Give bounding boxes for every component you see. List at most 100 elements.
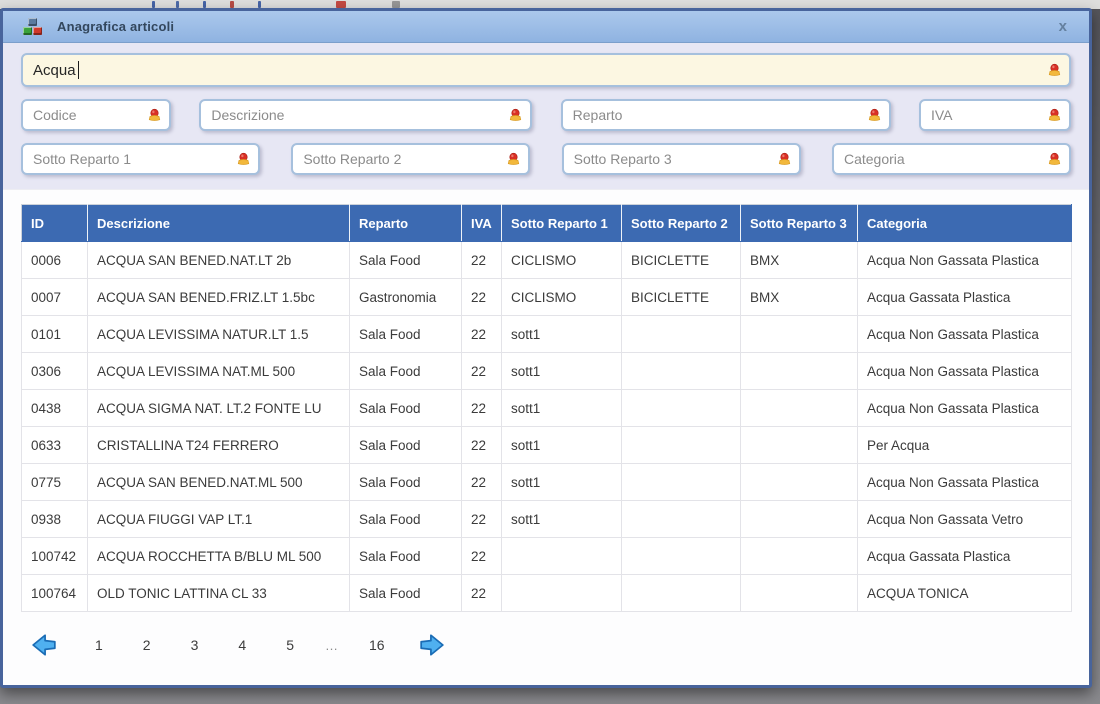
table-cell: sott1: [502, 353, 622, 390]
table-cell: Acqua Gassata Plastica: [858, 279, 1072, 316]
table-cell: 22: [462, 242, 502, 279]
table-cell: Sala Food: [350, 464, 462, 501]
table-cell: [622, 538, 741, 575]
page-number[interactable]: 2: [134, 632, 160, 658]
table-cell: [502, 538, 622, 575]
previous-page-icon[interactable]: [31, 633, 57, 657]
table-cell: ACQUA LEVISSIMA NAT.ML 500: [88, 353, 350, 390]
table-cell: sott1: [502, 427, 622, 464]
table-cell: Acqua Gassata Plastica: [858, 538, 1072, 575]
table-cell: [622, 501, 741, 538]
articles-cubes-icon: [23, 18, 43, 35]
clear-field-icon[interactable]: [506, 152, 521, 167]
table-row[interactable]: 0101ACQUA LEVISSIMA NATUR.LT 1.5Sala Foo…: [22, 316, 1072, 353]
page-ellipsis: …: [316, 633, 347, 658]
table-row[interactable]: 100742ACQUA ROCCHETTA B/BLU ML 500Sala F…: [22, 538, 1072, 575]
modal-body: IDDescrizioneRepartoIVASotto Reparto 1So…: [3, 43, 1089, 685]
table-cell: [741, 390, 858, 427]
table-cell: [622, 390, 741, 427]
table-cell: 100764: [22, 575, 88, 612]
filter-sotto-reparto-2-input[interactable]: [291, 143, 530, 175]
table-row[interactable]: 0775ACQUA SAN BENED.NAT.ML 500Sala Food2…: [22, 464, 1072, 501]
table-cell: [622, 353, 741, 390]
table-cell: ACQUA FIUGGI VAP LT.1: [88, 501, 350, 538]
column-header: IVA: [462, 205, 502, 242]
next-page-icon[interactable]: [419, 633, 445, 657]
filter-categoria-input[interactable]: [832, 143, 1071, 175]
table-row[interactable]: 0306ACQUA LEVISSIMA NAT.ML 500Sala Food2…: [22, 353, 1072, 390]
column-header: ID: [22, 205, 88, 242]
table-cell: Gastronomia: [350, 279, 462, 316]
table-cell: ACQUA TONICA: [858, 575, 1072, 612]
table-row[interactable]: 0938ACQUA FIUGGI VAP LT.1Sala Food22sott…: [22, 501, 1072, 538]
table-row[interactable]: 0007ACQUA SAN BENED.FRIZ.LT 1.5bcGastron…: [22, 279, 1072, 316]
table-body: 0006ACQUA SAN BENED.NAT.LT 2bSala Food22…: [22, 242, 1072, 612]
table-cell: 22: [462, 390, 502, 427]
clear-field-icon[interactable]: [147, 108, 162, 123]
table-cell: ACQUA SAN BENED.NAT.ML 500: [88, 464, 350, 501]
clear-field-icon[interactable]: [1047, 152, 1062, 167]
clear-field-icon[interactable]: [867, 108, 882, 123]
table-row[interactable]: 0438ACQUA SIGMA NAT. LT.2 FONTE LUSala F…: [22, 390, 1072, 427]
table-cell: [622, 427, 741, 464]
table-cell: CICLISMO: [502, 279, 622, 316]
clear-field-icon[interactable]: [777, 152, 792, 167]
column-header: Reparto: [350, 205, 462, 242]
table-cell: Sala Food: [350, 353, 462, 390]
table-cell: Acqua Non Gassata Vetro: [858, 501, 1072, 538]
window-titlebar: Anagrafica articoli x: [3, 11, 1089, 43]
search-row: [21, 53, 1071, 87]
page-number[interactable]: 1: [86, 632, 112, 658]
table-cell: [741, 464, 858, 501]
filter-sotto-reparto-1-input[interactable]: [21, 143, 260, 175]
table-cell: 22: [462, 464, 502, 501]
filter-sotto-reparto-3-input[interactable]: [562, 143, 801, 175]
table-cell: Sala Food: [350, 427, 462, 464]
table-cell: 0938: [22, 501, 88, 538]
table-row[interactable]: 100764OLD TONIC LATTINA CL 33Sala Food22…: [22, 575, 1072, 612]
table-cell: Acqua Non Gassata Plastica: [858, 464, 1072, 501]
close-icon[interactable]: x: [1055, 17, 1071, 36]
table-cell: Acqua Non Gassata Plastica: [858, 316, 1072, 353]
table-cell: Acqua Non Gassata Plastica: [858, 353, 1072, 390]
clear-field-icon[interactable]: [1047, 63, 1062, 78]
table-cell: [741, 427, 858, 464]
table-row[interactable]: 0006ACQUA SAN BENED.NAT.LT 2bSala Food22…: [22, 242, 1072, 279]
table-cell: 0101: [22, 316, 88, 353]
table-cell: Acqua Non Gassata Plastica: [858, 390, 1072, 427]
clear-field-icon[interactable]: [1047, 108, 1062, 123]
table-cell: CICLISMO: [502, 242, 622, 279]
table-cell: [741, 538, 858, 575]
page-number[interactable]: 5: [277, 632, 303, 658]
page-number[interactable]: 4: [229, 632, 255, 658]
table-header-row: IDDescrizioneRepartoIVASotto Reparto 1So…: [22, 205, 1072, 242]
table-cell: Sala Food: [350, 501, 462, 538]
window-title: Anagrafica articoli: [57, 19, 174, 34]
filter-row-1: [21, 99, 1071, 131]
table-row[interactable]: 0633CRISTALLINA T24 FERREROSala Food22so…: [22, 427, 1072, 464]
clear-field-icon[interactable]: [236, 152, 251, 167]
filter-reparto-input[interactable]: [561, 99, 891, 131]
table-cell: ACQUA ROCCHETTA B/BLU ML 500: [88, 538, 350, 575]
table-cell: BMX: [741, 242, 858, 279]
table-cell: Sala Food: [350, 316, 462, 353]
column-header: Sotto Reparto 3: [741, 205, 858, 242]
table-cell: 22: [462, 427, 502, 464]
table-cell: sott1: [502, 390, 622, 427]
table-cell: [622, 316, 741, 353]
filter-descrizione-input[interactable]: [199, 99, 532, 131]
table-cell: Sala Food: [350, 538, 462, 575]
table-cell: Sala Food: [350, 242, 462, 279]
text-cursor: [78, 61, 79, 79]
table-cell: ACQUA SAN BENED.FRIZ.LT 1.5bc: [88, 279, 350, 316]
table-cell: [622, 575, 741, 612]
page-number[interactable]: 3: [182, 632, 208, 658]
global-search-input[interactable]: [21, 53, 1071, 87]
anagrafica-articoli-window: Anagrafica articoli x: [0, 8, 1092, 688]
table-cell: 100742: [22, 538, 88, 575]
table-cell: 22: [462, 279, 502, 316]
results-section: IDDescrizioneRepartoIVASotto Reparto 1So…: [3, 189, 1089, 685]
table-cell: 0006: [22, 242, 88, 279]
clear-field-icon[interactable]: [508, 108, 523, 123]
page-number[interactable]: 16: [360, 632, 394, 658]
